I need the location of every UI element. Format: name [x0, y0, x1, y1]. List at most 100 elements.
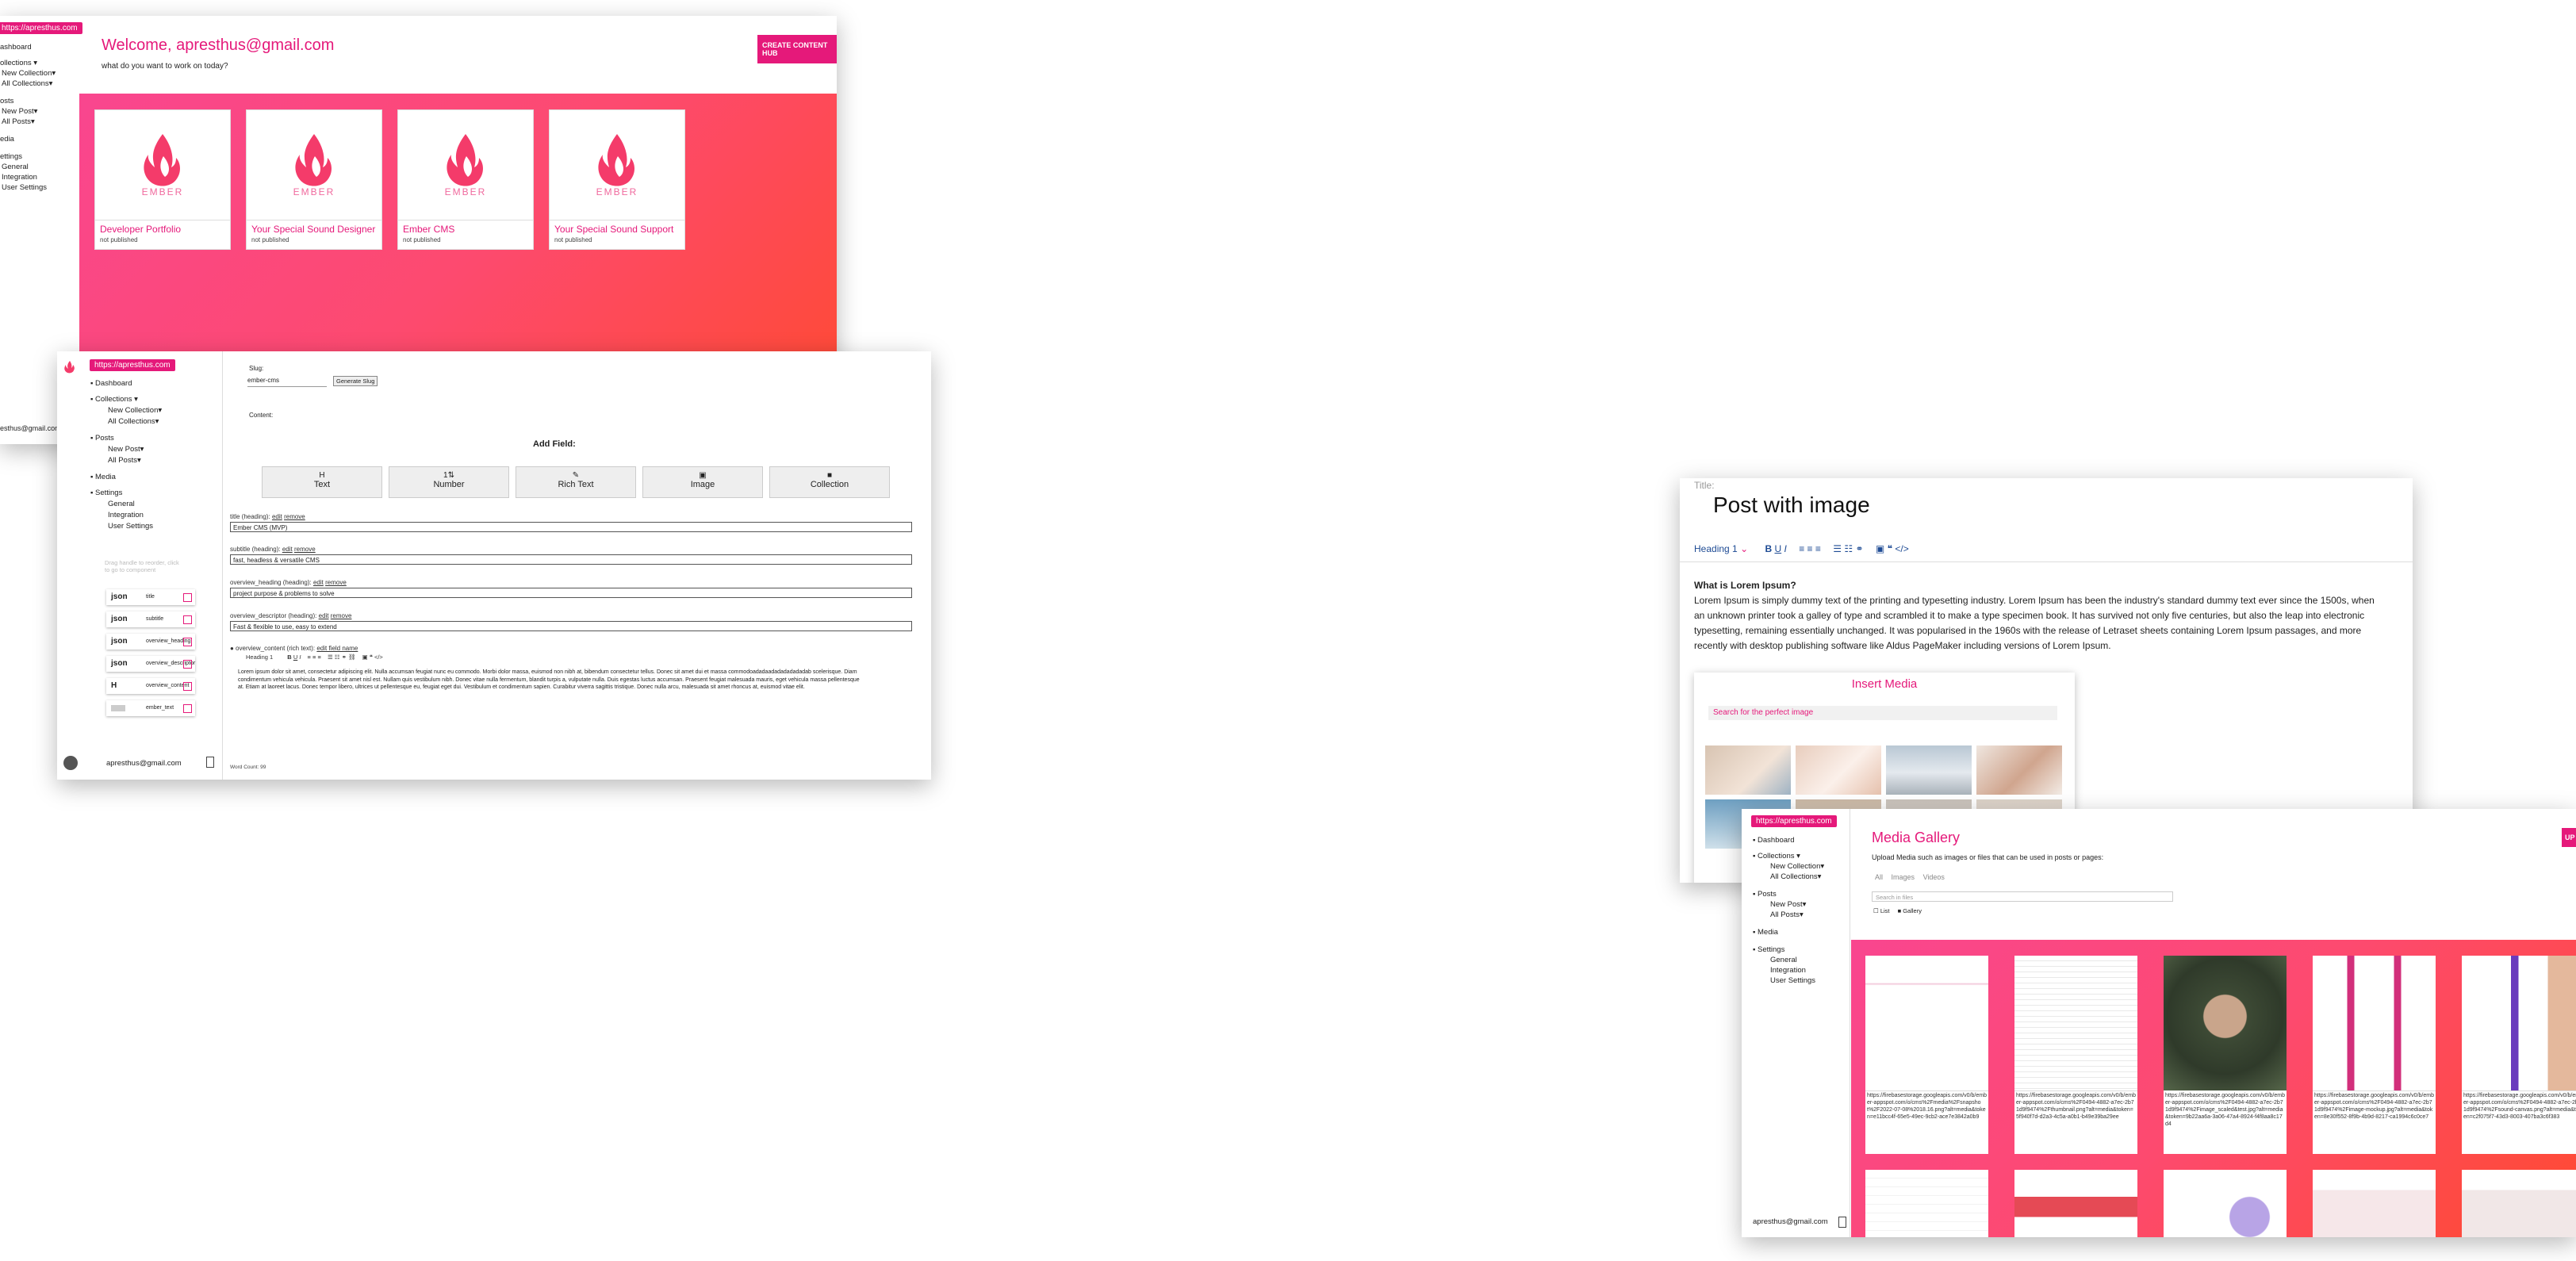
- nav-user-settings[interactable]: User Settings: [2, 183, 47, 192]
- media-thumb[interactable]: [1705, 745, 1791, 795]
- delete-icon[interactable]: [183, 593, 192, 602]
- overview-heading-input[interactable]: project purpose & problems to solve: [230, 588, 912, 598]
- nav-media[interactable]: edia: [0, 135, 14, 144]
- post-body[interactable]: Lorem Ipsum is simply dummy text of the …: [1694, 593, 2384, 653]
- media-thumb[interactable]: [1886, 745, 1972, 795]
- hub-card-title[interactable]: Developer Portfolio: [100, 224, 181, 235]
- nav-all-posts[interactable]: All Posts▾: [1770, 910, 1804, 919]
- media-item[interactable]: https://firebasestorage.googleapis.com/v…: [1865, 956, 1988, 1154]
- tab-all[interactable]: All: [1875, 873, 1883, 881]
- media-thumb[interactable]: [1796, 745, 1881, 795]
- underline-icon[interactable]: U: [1774, 543, 1781, 554]
- hub-card-title[interactable]: Your Special Sound Support: [554, 224, 673, 235]
- media-item[interactable]: https://firebasestorage.googleapis.com/v…: [2462, 956, 2576, 1154]
- remove-link[interactable]: remove: [294, 546, 316, 553]
- nav-dashboard[interactable]: ▪ Dashboard: [90, 379, 132, 388]
- italic-icon[interactable]: I: [299, 653, 301, 661]
- nav-dashboard[interactable]: ashboard: [0, 43, 32, 52]
- nav-new-post[interactable]: New Post▾: [1770, 900, 1806, 909]
- nav-integration[interactable]: Integration: [2, 173, 37, 182]
- delete-icon[interactable]: [183, 615, 192, 624]
- nav-new-post[interactable]: New Post▾: [108, 445, 144, 454]
- edit-link[interactable]: edit: [282, 546, 293, 553]
- nav-collections[interactable]: ollections ▾: [0, 59, 37, 67]
- hub-card-title[interactable]: Your Special Sound Designer: [251, 224, 375, 235]
- edit-link[interactable]: edit: [319, 612, 329, 619]
- media-item[interactable]: https://firebasestorage.googleapis.com/v…: [2164, 956, 2287, 1154]
- nav-media[interactable]: ▪ Media: [1753, 928, 1778, 937]
- nav-media[interactable]: ▪ Media: [90, 473, 116, 481]
- nav-general[interactable]: General: [2, 163, 29, 171]
- url-pill[interactable]: https://apresthus.com: [90, 359, 175, 371]
- nav-settings[interactable]: ettings: [0, 152, 22, 161]
- nav-all-collections[interactable]: All Collections▾: [108, 417, 159, 426]
- nav-integration[interactable]: Integration: [1770, 966, 1806, 975]
- numbered-list-icon[interactable]: ☷: [335, 653, 340, 661]
- nav-posts[interactable]: osts: [0, 97, 13, 105]
- media-search-input[interactable]: Search for the perfect image: [1708, 706, 2057, 720]
- align-left-icon[interactable]: ≡: [308, 653, 311, 661]
- hub-card[interactable]: EMBER Your Special Sound Designer not pu…: [246, 109, 382, 250]
- delete-icon[interactable]: [183, 660, 192, 669]
- gallery-view-toggle[interactable]: ■ Gallery: [1898, 907, 1922, 914]
- image-icon[interactable]: ▣: [1876, 543, 1884, 554]
- mobile-icon[interactable]: [206, 757, 214, 768]
- code-icon[interactable]: </>: [374, 653, 383, 661]
- remove-link[interactable]: remove: [284, 513, 305, 520]
- underline-icon[interactable]: U: [293, 653, 297, 661]
- component-item[interactable]: Hoverview_content: [106, 678, 195, 694]
- heading-select[interactable]: Heading 1: [246, 653, 273, 661]
- nav-new-collection[interactable]: New Collection▾: [2, 69, 56, 78]
- avatar[interactable]: [63, 756, 78, 770]
- create-content-hub-button[interactable]: CREATE CONTENT HUB: [757, 35, 837, 63]
- nav-dashboard[interactable]: ▪ Dashboard: [1753, 836, 1795, 845]
- add-image-field-button[interactable]: ▣ Image: [642, 466, 763, 498]
- hub-card[interactable]: EMBER Ember CMS not published: [397, 109, 534, 250]
- tab-images[interactable]: Images: [1892, 873, 1915, 881]
- file-search-input[interactable]: Search in files: [1872, 891, 2173, 902]
- align-center-icon[interactable]: ≡: [312, 653, 316, 661]
- edit-link[interactable]: edit: [272, 513, 282, 520]
- align-left-icon[interactable]: ≡: [1799, 543, 1804, 554]
- remove-link[interactable]: remove: [325, 579, 347, 586]
- bold-icon[interactable]: B: [1765, 543, 1772, 554]
- nav-settings[interactable]: ▪ Settings: [90, 489, 122, 497]
- add-richtext-field-button[interactable]: ✎ Rich Text: [516, 466, 636, 498]
- edit-field-name-link[interactable]: edit field name: [316, 645, 358, 652]
- align-right-icon[interactable]: ≡: [317, 653, 320, 661]
- nav-user-settings[interactable]: User Settings: [1770, 976, 1815, 985]
- title-field-input[interactable]: Ember CMS (MVP): [230, 522, 912, 532]
- hub-card[interactable]: EMBER Your Special Sound Support not pub…: [549, 109, 685, 250]
- delete-icon[interactable]: [183, 638, 192, 646]
- hub-card[interactable]: EMBER Developer Portfolio not published: [94, 109, 231, 250]
- nav-general[interactable]: General: [108, 500, 135, 508]
- quote-icon[interactable]: ❝: [1888, 543, 1892, 554]
- nav-new-collection[interactable]: New Collection▾: [1770, 862, 1824, 871]
- url-pill[interactable]: https://apresthus.com: [0, 22, 82, 34]
- post-title-input[interactable]: Post with image: [1713, 493, 1870, 518]
- nav-integration[interactable]: Integration: [108, 511, 144, 519]
- image-icon[interactable]: ▣: [362, 653, 368, 661]
- link-icon[interactable]: ⚭: [1855, 543, 1863, 554]
- component-item[interactable]: json title: [106, 589, 195, 605]
- bullet-list-icon[interactable]: ☰: [328, 653, 333, 661]
- nav-user-settings[interactable]: User Settings: [108, 522, 153, 531]
- link-icon[interactable]: ⚭: [342, 653, 347, 661]
- nav-general[interactable]: General: [1770, 956, 1797, 964]
- nav-all-collections[interactable]: All Collections▾: [2, 79, 52, 88]
- remove-link[interactable]: remove: [331, 612, 352, 619]
- delete-icon[interactable]: [183, 682, 192, 691]
- url-pill[interactable]: https://apresthus.com: [1751, 815, 1837, 827]
- media-item[interactable]: [2462, 1170, 2576, 1237]
- nav-all-posts[interactable]: All Posts▾: [2, 117, 35, 126]
- list-view-toggle[interactable]: ☐ List: [1873, 907, 1889, 914]
- unlink-icon[interactable]: ⛓: [348, 653, 356, 661]
- nav-all-collections[interactable]: All Collections▾: [1770, 872, 1821, 881]
- code-icon[interactable]: </>: [1895, 543, 1908, 554]
- component-item[interactable]: ember_text: [106, 700, 195, 716]
- add-text-field-button[interactable]: H Text: [262, 466, 382, 498]
- media-item[interactable]: https://firebasestorage.googleapis.com/v…: [2014, 956, 2137, 1154]
- italic-icon[interactable]: I: [1784, 543, 1787, 554]
- quote-icon[interactable]: ❝: [370, 653, 373, 661]
- nav-new-collection[interactable]: New Collection▾: [108, 406, 162, 415]
